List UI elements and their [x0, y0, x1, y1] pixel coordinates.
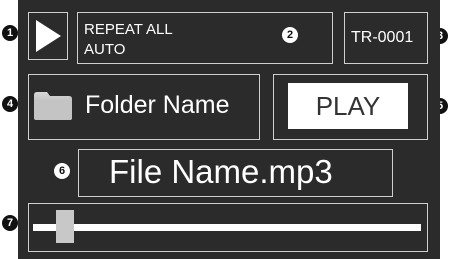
callout-7: 7 [2, 215, 18, 231]
player-display: REPEAT ALL AUTO 2 TR-0001 Folder Name PL… [18, 0, 440, 259]
play-status-label: PLAY [288, 83, 408, 129]
play-button[interactable] [28, 12, 68, 60]
play-status-box[interactable]: PLAY [273, 74, 428, 140]
auto-mode-text: AUTO [84, 41, 126, 58]
folder-icon [34, 92, 72, 120]
callout-1: 1 [2, 25, 18, 41]
repeat-mode-text: REPEAT ALL [84, 21, 173, 38]
file-name-box: File Name.mp3 [78, 149, 393, 197]
folder-box[interactable]: Folder Name [28, 74, 260, 140]
folder-name-text: Folder Name [85, 91, 230, 119]
track-id-text: TR-0001 [351, 29, 414, 46]
play-triangle-icon [35, 19, 61, 52]
callout-4: 4 [2, 96, 18, 112]
track-id-box: TR-0001 [344, 12, 428, 64]
progress-box [28, 203, 428, 252]
callout-6: 6 [54, 163, 70, 179]
file-name-text: File Name.mp3 [109, 153, 333, 190]
progress-thumb[interactable] [56, 210, 75, 243]
repeat-mode-box[interactable]: REPEAT ALL AUTO 2 [77, 12, 333, 64]
callout-2: 2 [282, 27, 298, 43]
progress-track[interactable] [33, 224, 421, 231]
